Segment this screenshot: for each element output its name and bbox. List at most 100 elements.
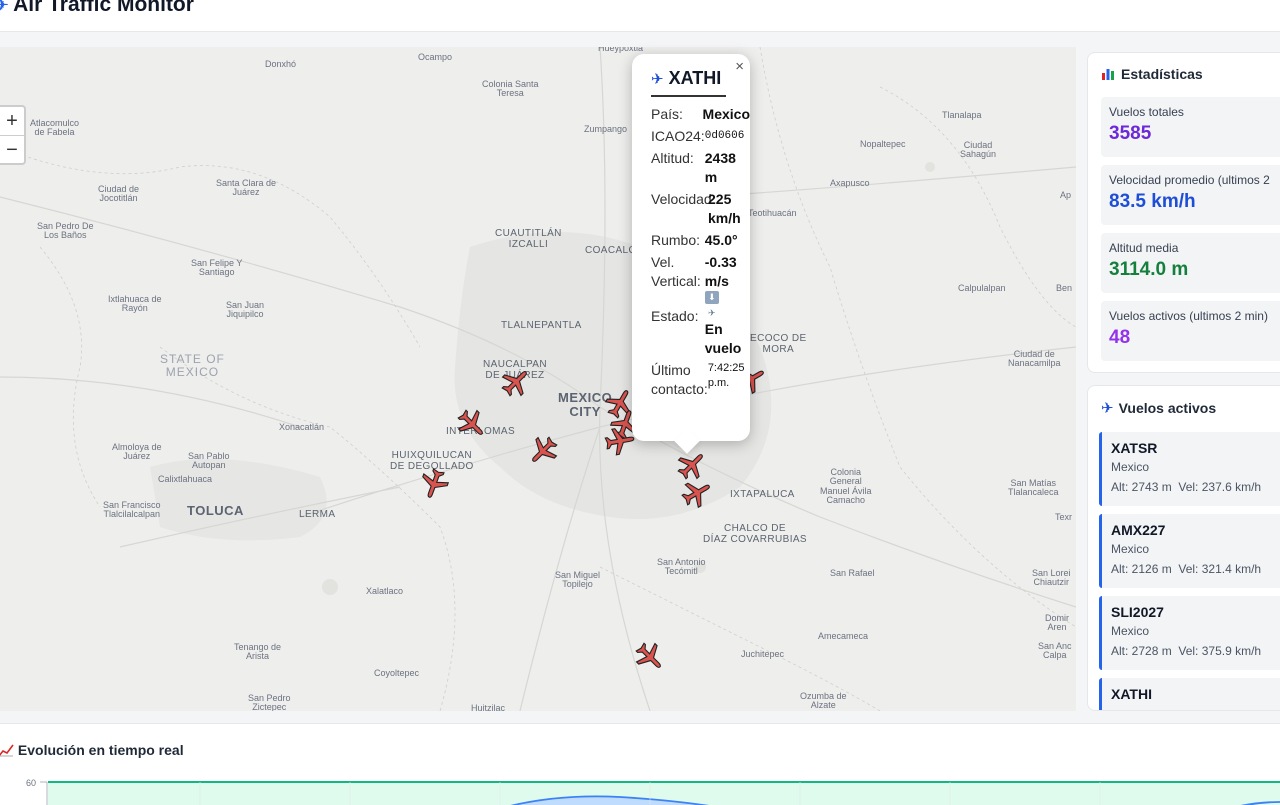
map-place-label: Ben — [1056, 283, 1073, 293]
popup-field: Velocidad: 225 km/h — [651, 190, 750, 228]
map-place-label: San Matías Tlalancaleca — [1008, 478, 1059, 498]
flight-list-item[interactable]: XATHI — [1099, 678, 1280, 710]
popup-field-value-text: -0.33 m/s — [704, 254, 737, 289]
flight-metrics: Alt: 2743 m Vel: 237.6 km/h — [1111, 480, 1280, 494]
flight-list-item[interactable]: AMX227 Mexico Alt: 2126 m Vel: 321.4 km/… — [1099, 514, 1280, 588]
aircraft-marker-icon[interactable] — [456, 408, 488, 440]
popup-field-value: 7:42:25 p.m. — [708, 361, 750, 399]
map-place-label: Axapusco — [830, 178, 870, 188]
map-place-label: Juchitepec — [741, 649, 785, 659]
map-place-label: San Felipe Y Santiago — [191, 258, 243, 278]
flight-callsign: AMX227 — [1111, 522, 1166, 538]
popup-field-value: Mexico — [703, 105, 750, 124]
map-place-label: Ocampo — [418, 52, 453, 62]
stat-label: Altitud media — [1109, 241, 1179, 255]
map-place-label: Colonia Santa Teresa — [482, 79, 539, 99]
flight-speed: Vel: 237.6 km/h — [1178, 480, 1262, 494]
arrow-down-icon: ⬇ — [704, 291, 719, 304]
flight-callsign: XATSR — [1111, 440, 1158, 456]
popup-field: País: Mexico — [651, 105, 750, 124]
aircraft-marker-icon[interactable] — [681, 477, 713, 509]
popup-field: Último contacto: 7:42:25 p.m. — [651, 361, 750, 399]
popup-title: ✈ XATHI — [651, 68, 726, 97]
flight-speed: Vel: 321.4 km/h — [1178, 562, 1262, 576]
popup-field-value: -0.33 m/s ⬇ — [704, 253, 750, 304]
map-place-label: San Antonio Tecómitl — [657, 557, 706, 577]
map-place-label: Xonacatlán — [279, 422, 325, 432]
aircraft-marker-icon[interactable] — [418, 468, 450, 500]
flight-callsign: XATHI — [1111, 686, 1152, 702]
popup-field-value-text: 45.0° — [704, 232, 738, 248]
flights-title: Vuelos activos — [1118, 400, 1217, 416]
bar-chart-icon — [1101, 67, 1115, 80]
map-place-label: San Lorei Chiautzir — [1032, 568, 1071, 588]
popup-field-label: País: — [651, 106, 683, 122]
airplane-status-icon: ✈ — [707, 308, 716, 318]
flight-altitude: Alt: 2743 m — [1111, 480, 1172, 494]
flights-header: ✈ Vuelos activos — [1088, 386, 1280, 430]
popup-field-label: Último contacto: — [651, 362, 708, 397]
map-place-label: Ciudad Sahagún — [960, 140, 997, 160]
map-place-label: San Pablo Autopan — [188, 451, 230, 471]
airplane-icon: ✈ — [0, 0, 10, 15]
popup-field-label: Rumbo: — [651, 232, 701, 248]
zoom-in-button[interactable]: + — [0, 107, 24, 135]
flight-speed: Vel: 375.9 km/h — [1178, 644, 1262, 658]
popup-field: Altitud: 2438 m — [651, 149, 750, 187]
flight-list-item[interactable]: SLI2027 Mexico Alt: 2728 m Vel: 375.9 km… — [1099, 596, 1280, 670]
stat-label: Vuelos activos (ultimos 2 min) — [1109, 309, 1268, 323]
aircraft-marker-icon[interactable] — [527, 435, 559, 467]
popup-field-value-text: 2438 m — [704, 150, 736, 185]
map-place-label: LERMA — [299, 509, 336, 520]
popup-field-label: Estado: — [651, 308, 699, 324]
flight-callsign: SLI2027 — [1111, 604, 1164, 620]
active-flights-panel: ✈ Vuelos activos XATSR Mexico Alt: 2743 m… — [1087, 385, 1280, 711]
close-popup-button[interactable]: × — [735, 58, 744, 75]
map-place-label: San Pedro Zictepec — [248, 693, 291, 711]
map-place-label: Calpulalpan — [958, 283, 1006, 293]
map-place-label: Ap — [1060, 190, 1072, 200]
map-place-label: Atlacomulco de Fabela — [30, 118, 80, 138]
flight-altitude: Alt: 2126 m — [1111, 562, 1172, 576]
popup-field: Rumbo: 45.0° — [651, 231, 750, 250]
popup-field-value-text: 0d0606 — [704, 130, 745, 142]
flight-metrics: Alt: 2728 m Vel: 375.9 km/h — [1111, 644, 1280, 658]
map-place-label: Xalatlaco — [366, 586, 404, 596]
aircraft-marker-icon[interactable] — [500, 366, 532, 398]
map-place-label: Huitzilac — [471, 703, 506, 711]
map-place-label: Santa Clara de Juárez — [216, 178, 277, 198]
flight-altitude: Alt: 2728 m — [1111, 644, 1172, 658]
map-place-label: Domir Aren — [1045, 613, 1069, 633]
map-place-label: San Anc Calpa — [1038, 641, 1072, 661]
map-place-label: ECOCO DE MORA — [750, 333, 807, 355]
stat-value: 3585 — [1109, 123, 1152, 144]
map-place-label: San Juan Jiquipilco — [226, 300, 265, 320]
map-place-label: Ixtlahuaca de Rayón — [108, 294, 162, 314]
flight-list-item[interactable]: XATSR Mexico Alt: 2743 m Vel: 237.6 km/h — [1099, 432, 1280, 506]
app-title: ✈ Air Traffic Monitor — [0, 0, 194, 17]
zoom-out-button[interactable]: − — [0, 135, 24, 163]
popup-field-label: Velocidad: — [651, 191, 716, 207]
flight-map[interactable]: Ocampo Hueypoxtla Donxhó Colonia Santa Tere… — [0, 47, 1076, 711]
map-place-label: Texr — [1055, 512, 1073, 522]
aircraft-marker-icon[interactable] — [634, 641, 666, 673]
map-place-label: IXTAPALUCA — [730, 489, 795, 500]
airplane-icon: ✈ — [1101, 400, 1114, 417]
map-place-label: Nopaltepec — [860, 139, 906, 149]
map-place-label: Teotihuacán — [748, 208, 797, 218]
stat-label: Vuelos totales — [1109, 105, 1184, 119]
map-place-label: San Francisco Tlalcilalcalpan — [103, 500, 161, 520]
map-place-label: San Rafael — [830, 568, 875, 578]
stats-panel: Estadísticas Vuelos totales 3585 Velocidad… — [1087, 52, 1280, 373]
stat-value: 83.5 km/h — [1109, 191, 1196, 212]
flight-metrics: Alt: 2126 m Vel: 321.4 km/h — [1111, 562, 1280, 576]
header: ✈ Air Traffic Monitor — [0, 0, 1280, 32]
popup-field-value: 225 km/h — [708, 190, 750, 228]
popup-field-value-text: 7:42:25 p.m. — [707, 362, 745, 389]
map-place-label: San Pedro De Los Baños — [37, 221, 94, 241]
map-place-label: Colonia General Manuel Ávila Camacho — [820, 467, 872, 506]
popup-field: Vel. Vertical: -0.33 m/s ⬇ — [651, 253, 750, 304]
flight-country: Mexico — [1111, 624, 1150, 638]
stat-value: 3114.0 m — [1109, 259, 1189, 280]
map-place-label: Tlanalapa — [942, 110, 982, 120]
